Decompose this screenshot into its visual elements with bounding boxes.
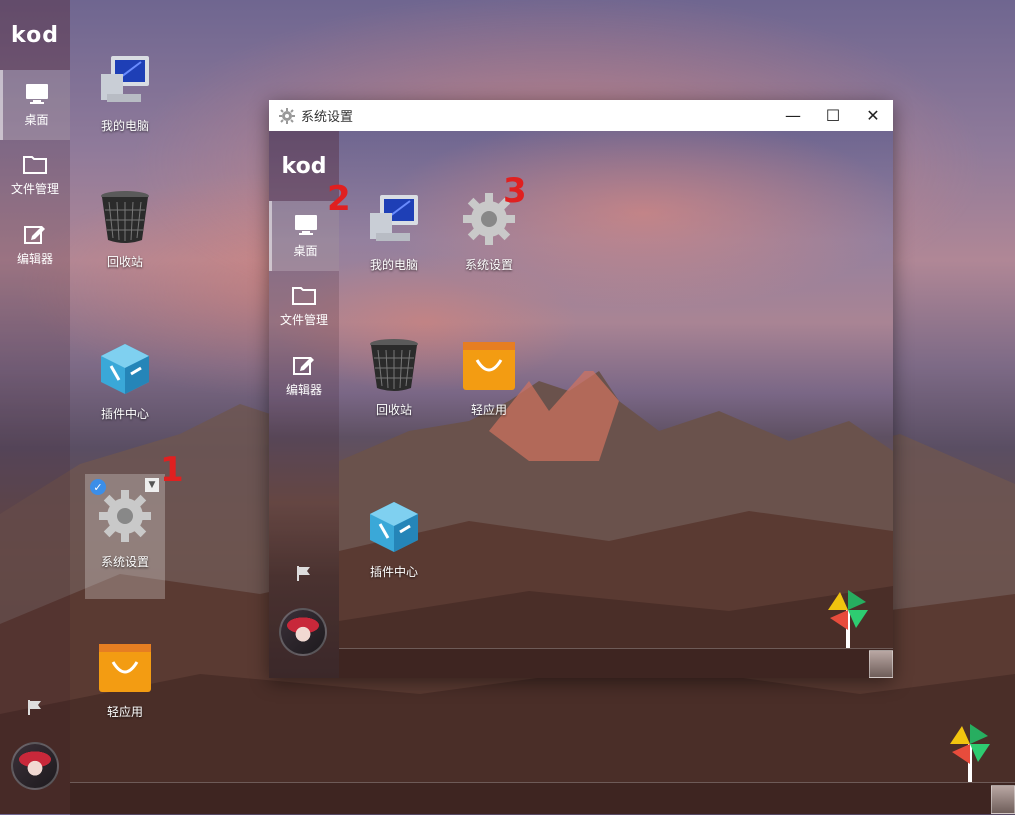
sidebar-item-label: 编辑器 [285, 382, 322, 397]
sidebar-item-desktop[interactable]: 桌面 [0, 70, 70, 140]
plugin-center-icon [370, 502, 418, 552]
avatar[interactable] [279, 608, 327, 656]
computer-icon [101, 56, 149, 102]
plugin-center-icon [101, 344, 149, 394]
edit-icon [293, 356, 314, 375]
desktop-icon-label: 我的电脑 [100, 119, 149, 133]
shopping-bag-icon [99, 644, 151, 692]
monitor-icon [25, 83, 48, 104]
minimize-button[interactable]: — [773, 100, 813, 131]
taskbar [70, 782, 1015, 815]
monitor-icon [294, 214, 317, 235]
sidebar-item-editor[interactable]: 编辑器 [269, 341, 339, 411]
sidebar-item-file-manager[interactable]: 文件管理 [0, 140, 70, 210]
desktop-icon-label: 系统设置 [464, 258, 513, 272]
flag-icon[interactable] [295, 564, 313, 582]
desktop-icon-plugin-center[interactable]: 插件中心 [85, 340, 165, 422]
sidebar-item-label: 桌面 [293, 243, 318, 258]
sidebar-item-file-manager[interactable]: 文件管理 [269, 271, 339, 341]
main-sidebar: kod 桌面 文件管理 编辑器 [0, 0, 70, 814]
desktop-icon-label: 我的电脑 [369, 258, 418, 272]
annotation-marker-3: 3 [503, 171, 527, 211]
desktop-icon-label: 回收站 [375, 403, 412, 417]
edit-icon [24, 225, 45, 244]
taskbar-handle[interactable] [991, 785, 1015, 814]
sidebar-item-label: 桌面 [24, 112, 49, 127]
window-titlebar[interactable]: 系统设置 — ☐ ✕ [269, 100, 893, 131]
window-title: 系统设置 [301, 110, 354, 125]
system-settings-window: 系统设置 — ☐ ✕ kod 桌面 文件管理 编辑器 我的电脑 系统设置 回收站… [269, 100, 893, 678]
gear-icon [279, 107, 295, 124]
desktop-icon-light-app[interactable]: 轻应用 [85, 638, 165, 720]
kod-logo[interactable]: kod [0, 0, 70, 70]
window-icon-my-computer[interactable]: 我的电脑 [354, 191, 434, 273]
window-taskbar [339, 648, 893, 678]
gear-icon [99, 490, 151, 542]
sidebar-item-label: 编辑器 [16, 251, 53, 266]
desktop-icon-my-computer[interactable]: 我的电脑 [85, 52, 165, 134]
flag-icon[interactable] [26, 698, 44, 716]
maximize-button[interactable]: ☐ [813, 100, 853, 131]
window-content: kod 桌面 文件管理 编辑器 我的电脑 系统设置 回收站 轻应用 插件中心 2… [269, 131, 893, 678]
window-icon-light-app[interactable]: 轻应用 [449, 336, 529, 418]
window-taskbar-handle[interactable] [869, 650, 893, 678]
avatar[interactable] [11, 742, 59, 790]
recycle-bin-icon [101, 191, 149, 243]
folder-icon [292, 286, 316, 305]
sidebar-item-label: 文件管理 [279, 312, 328, 327]
desktop-icon-system-settings[interactable]: 系统设置 [85, 488, 165, 570]
pinwheel-icon[interactable] [948, 722, 992, 782]
annotation-marker-2: 2 [327, 179, 351, 219]
sidebar-item-label: 文件管理 [10, 181, 59, 196]
shopping-bag-icon [463, 342, 515, 390]
desktop-icon-label: 回收站 [106, 255, 143, 269]
window-icon-plugin-center[interactable]: 插件中心 [354, 498, 434, 580]
annotation-marker-1: 1 [160, 450, 184, 490]
desktop-icon-label: 系统设置 [100, 555, 149, 569]
desktop-icon-label: 插件中心 [369, 565, 418, 579]
desktop-icon-recycle-bin[interactable]: 回收站 [85, 188, 165, 270]
desktop-icon-label: 插件中心 [100, 407, 149, 421]
folder-icon [23, 155, 47, 174]
close-button[interactable]: ✕ [853, 100, 893, 131]
desktop-icon-label: 轻应用 [106, 705, 143, 719]
pinwheel-icon[interactable] [826, 588, 870, 648]
recycle-bin-icon [370, 339, 418, 391]
desktop-icon-label: 轻应用 [470, 403, 507, 417]
window-icon-recycle-bin[interactable]: 回收站 [354, 336, 434, 418]
sidebar-item-editor[interactable]: 编辑器 [0, 210, 70, 280]
computer-icon [370, 195, 418, 241]
